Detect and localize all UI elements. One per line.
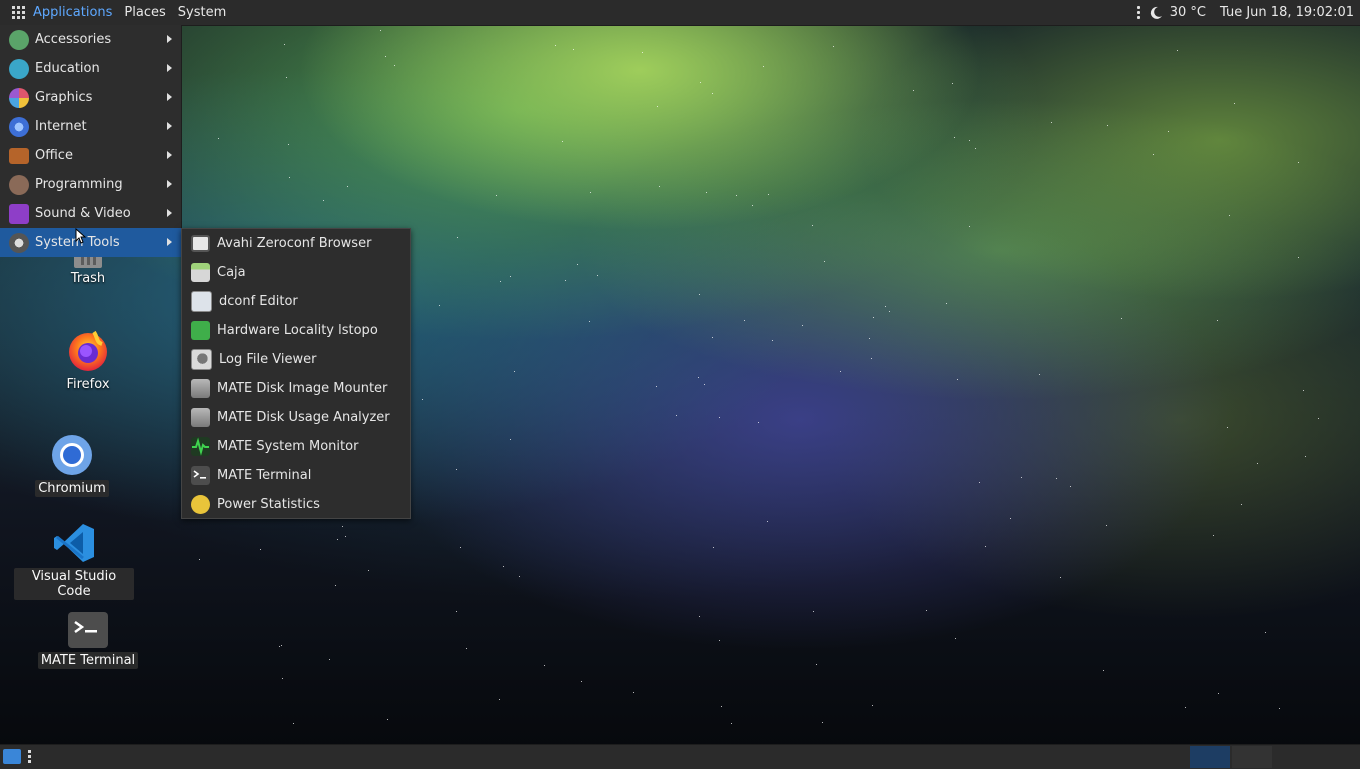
category-label: Office [35, 148, 73, 163]
mouse-cursor-icon [75, 228, 87, 244]
weather-moon-icon[interactable] [1148, 5, 1164, 21]
desktop-icon-label: Firefox [66, 377, 110, 392]
panel-handle-icon[interactable] [28, 750, 31, 763]
desktop-icon-mate-terminal[interactable]: MATE Terminal [34, 612, 142, 669]
applications-menu: Accessories Education Graphics Internet … [0, 25, 182, 257]
menu-item-label: MATE Disk Usage Analyzer [217, 410, 390, 425]
menu-category-sound-video[interactable]: Sound & Video [0, 199, 181, 228]
clock[interactable]: Tue Jun 18, 19:02:01 [1220, 5, 1354, 20]
dconf-icon [191, 291, 212, 312]
submenu-arrow-icon [167, 180, 172, 188]
menu-item-system-monitor[interactable]: MATE System Monitor [182, 432, 410, 461]
applications-label: Applications [33, 5, 113, 20]
menu-item-disk-image-mounter[interactable]: MATE Disk Image Mounter [182, 374, 410, 403]
system-tools-icon [9, 232, 29, 253]
firefox-icon [69, 330, 107, 371]
submenu-arrow-icon [167, 122, 172, 130]
apps-grid-icon [12, 5, 26, 20]
internet-icon [9, 116, 29, 137]
disk-usage-icon [191, 408, 210, 427]
office-icon [9, 147, 29, 164]
workspace-switcher-1[interactable] [1190, 746, 1230, 768]
category-label: Internet [35, 119, 87, 134]
caja-icon [191, 263, 210, 282]
show-desktop-icon[interactable] [3, 749, 21, 764]
desktop-icon-label: Visual Studio Code [14, 568, 134, 600]
desktop-icon-label: Trash [70, 271, 106, 286]
menu-category-graphics[interactable]: Graphics [0, 83, 181, 112]
submenu-arrow-icon [167, 93, 172, 101]
menu-item-power-statistics[interactable]: Power Statistics [182, 490, 410, 519]
panel-tray: 30 °C Tue Jun 18, 19:02:01 [1136, 0, 1360, 25]
tray-menu-icon[interactable] [1136, 6, 1140, 19]
disk-mounter-icon [191, 379, 210, 398]
menu-item-label: Caja [217, 265, 246, 280]
menu-item-disk-usage-analyzer[interactable]: MATE Disk Usage Analyzer [182, 403, 410, 432]
menu-item-label: Hardware Locality lstopo [217, 323, 378, 338]
category-label: Accessories [35, 32, 112, 47]
graphics-icon [9, 87, 29, 108]
menu-item-mate-terminal[interactable]: MATE Terminal [182, 461, 410, 490]
system-tools-submenu: Avahi Zeroconf Browser Caja dconf Editor… [181, 228, 411, 519]
power-stats-icon [191, 495, 210, 514]
desktop-icon-label: Chromium [35, 480, 109, 497]
category-label: Graphics [35, 90, 93, 105]
menu-item-label: MATE Disk Image Mounter [217, 381, 388, 396]
terminal-icon [191, 466, 210, 485]
bottom-panel [0, 744, 1360, 769]
menu-category-accessories[interactable]: Accessories [0, 25, 181, 54]
menu-item-label: MATE Terminal [217, 468, 312, 483]
applications-menu-button[interactable]: Applications [0, 0, 118, 25]
vscode-icon [54, 524, 94, 562]
log-viewer-icon [191, 349, 212, 370]
terminal-icon [68, 612, 108, 648]
submenu-arrow-icon [167, 151, 172, 159]
submenu-arrow-icon [167, 35, 172, 43]
menu-item-label: Log File Viewer [219, 352, 317, 367]
chromium-icon [52, 435, 92, 475]
menu-item-label: Power Statistics [217, 497, 320, 512]
menu-item-label: Avahi Zeroconf Browser [217, 236, 372, 251]
submenu-arrow-icon [167, 209, 172, 217]
places-menu-button[interactable]: Places [118, 0, 171, 25]
education-icon [9, 58, 29, 79]
workspace-switcher-2[interactable] [1232, 746, 1272, 768]
menu-item-label: MATE System Monitor [217, 439, 359, 454]
top-panel: Applications Places System 30 °C Tue Jun… [0, 0, 1360, 26]
desktop-icon-chromium[interactable]: Chromium [34, 434, 110, 497]
desktop-icon-label: MATE Terminal [37, 652, 139, 669]
desktop-icon-vscode[interactable]: Visual Studio Code [14, 522, 134, 600]
desktop-icon-firefox[interactable]: Firefox [52, 328, 124, 393]
category-label: Sound & Video [35, 206, 131, 221]
system-menu-button[interactable]: System [172, 0, 232, 25]
menu-item-lstopo[interactable]: Hardware Locality lstopo [182, 316, 410, 345]
programming-icon [9, 174, 29, 195]
weather-temperature[interactable]: 30 °C [1170, 5, 1206, 20]
menu-item-dconf-editor[interactable]: dconf Editor [182, 287, 410, 316]
menu-item-label: dconf Editor [219, 294, 298, 309]
menu-category-programming[interactable]: Programming [0, 170, 181, 199]
menu-item-log-file-viewer[interactable]: Log File Viewer [182, 345, 410, 374]
menu-category-system-tools[interactable]: System Tools [0, 228, 181, 257]
system-monitor-icon [191, 437, 210, 456]
category-label: Programming [35, 177, 123, 192]
menu-category-internet[interactable]: Internet [0, 112, 181, 141]
menu-category-office[interactable]: Office [0, 141, 181, 170]
lstopo-icon [191, 321, 210, 340]
menu-item-caja[interactable]: Caja [182, 258, 410, 287]
menu-item-avahi[interactable]: Avahi Zeroconf Browser [182, 229, 410, 258]
submenu-arrow-icon [167, 238, 172, 246]
avahi-icon [191, 235, 210, 252]
accessories-icon [9, 29, 29, 50]
submenu-arrow-icon [167, 64, 172, 72]
menu-category-education[interactable]: Education [0, 54, 181, 83]
sound-video-icon [9, 203, 29, 224]
category-label: Education [35, 61, 100, 76]
